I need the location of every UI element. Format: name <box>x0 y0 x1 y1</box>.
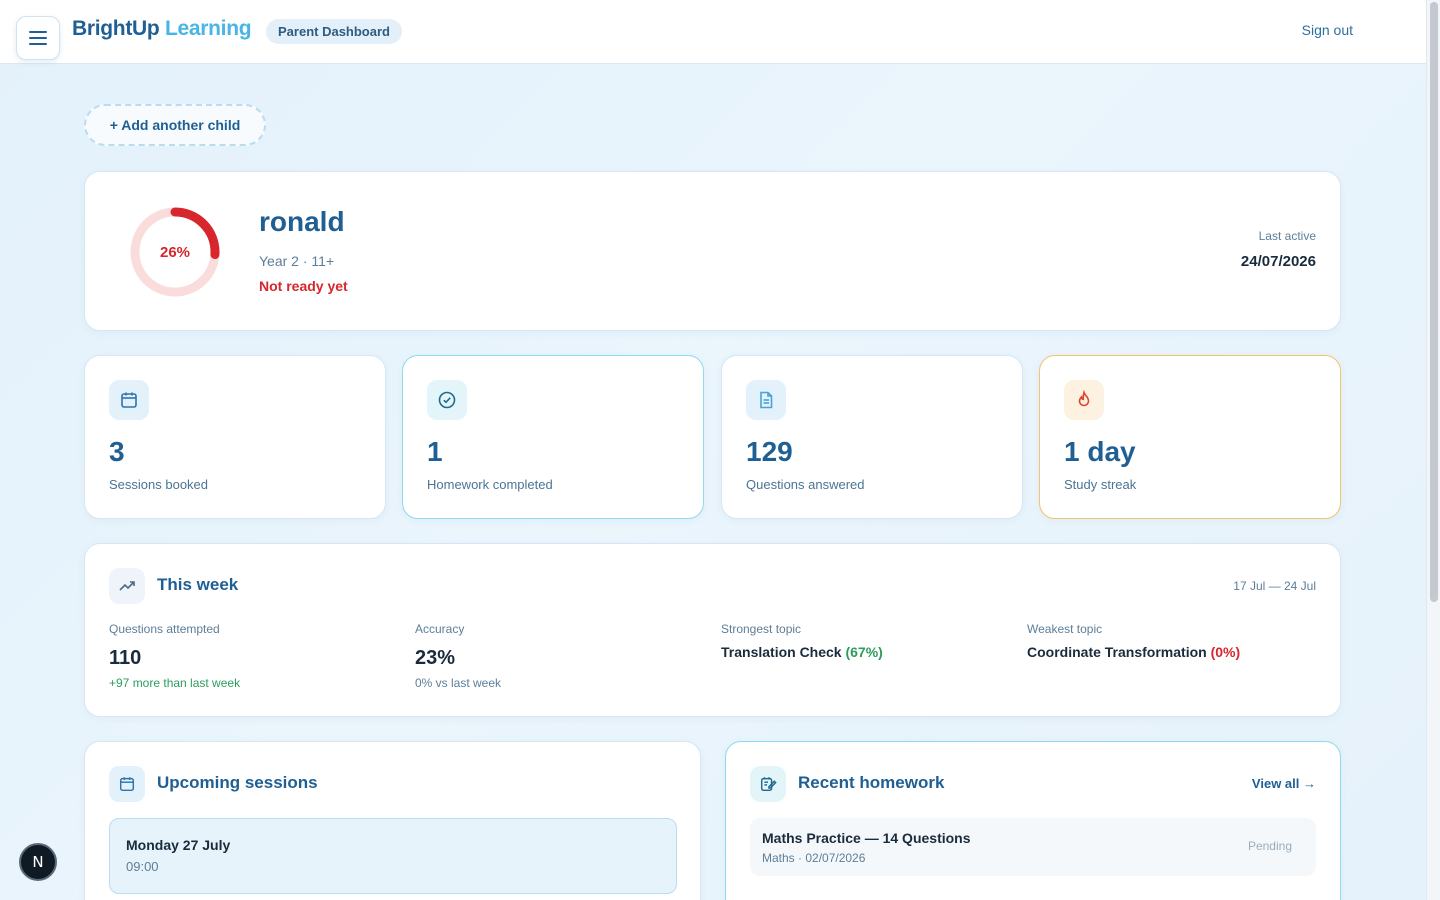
accuracy-value: 23% <box>415 647 456 669</box>
strongest-label: Strongest topic <box>721 622 802 636</box>
homework-item-meta: Maths · 02/07/2026 <box>762 851 866 865</box>
accuracy-label: Accuracy <box>415 622 465 636</box>
weakest-topic-line: Coordinate Transformation (0%) <box>1027 644 1240 660</box>
child-profile-card: 26% ronald Year 2 · 11+ Not ready yet La… <box>84 171 1341 331</box>
strongest-percent: (67%) <box>845 644 883 660</box>
last-active-date: 24/07/2026 <box>1240 253 1316 270</box>
upcoming-title: Upcoming sessions <box>157 773 318 792</box>
recent-homework-card: Recent homework View all → Maths Practic… <box>725 741 1341 900</box>
stat-label: Sessions booked <box>109 477 209 492</box>
stat-value: 1 <box>427 436 443 467</box>
hamburger-menu-icon <box>29 31 47 45</box>
readiness-percent: 26% <box>159 243 191 261</box>
add-child-button[interactable]: + Add another child <box>84 104 266 146</box>
stat-value: 1 day <box>1064 436 1136 467</box>
top-bar: BrightUp Learning Parent Dashboard Sign … <box>0 0 1426 64</box>
stat-value: 129 <box>746 436 793 467</box>
edit-note-icon <box>750 766 786 802</box>
child-meta: Year 2 · 11+ <box>259 253 335 269</box>
weakest-topic: Coordinate Transformation <box>1027 644 1207 660</box>
weakest-label: Weakest topic <box>1027 622 1103 636</box>
session-time: 09:00 <box>126 859 159 874</box>
homework-item[interactable]: Maths Practice — 14 Questions Maths · 02… <box>750 818 1316 876</box>
attempted-value: 110 <box>109 647 142 669</box>
menu-button[interactable] <box>16 16 60 60</box>
week-accuracy: Accuracy 23% 0% vs last week <box>415 622 501 690</box>
attempted-label: Questions attempted <box>109 622 220 636</box>
homework-item-title: Maths Practice — 14 Questions <box>762 830 971 846</box>
stat-card-homework: 1 Homework completed <box>402 355 704 519</box>
week-attempted: Questions attempted 110 +97 more than la… <box>109 622 240 690</box>
brand-name-secondary: Learning <box>164 17 252 40</box>
stat-card-streak: 1 day Study streak <box>1039 355 1341 519</box>
session-date: Monday 27 July <box>126 837 231 853</box>
devtools-badge[interactable]: N <box>19 843 57 881</box>
stat-card-sessions: 3 Sessions booked <box>84 355 386 519</box>
this-week-card: This week 17 Jul — 24 Jul Questions atte… <box>84 543 1341 717</box>
calendar-icon <box>109 766 145 802</box>
stat-label: Questions answered <box>746 477 865 492</box>
upcoming-sessions-card: Upcoming sessions Monday 27 July 09:00 <box>84 741 701 900</box>
homework-status-badge: Pending <box>1247 839 1292 853</box>
stat-label: Homework completed <box>427 477 553 492</box>
weakest-percent: (0%) <box>1210 644 1241 660</box>
accuracy-sub: 0% vs last week <box>415 676 502 690</box>
week-strongest: Strongest topic Translation Check (67%) <box>721 622 883 660</box>
sign-out-link[interactable]: Sign out <box>1302 22 1353 38</box>
homework-title: Recent homework <box>798 773 945 792</box>
trending-up-icon <box>109 568 145 604</box>
readiness-status: Not ready yet <box>259 278 348 294</box>
session-item[interactable]: Monday 27 July 09:00 <box>109 818 677 894</box>
child-name: ronald <box>259 206 345 237</box>
role-badge: Parent Dashboard <box>266 19 402 44</box>
document-icon <box>746 380 786 420</box>
brand-logo[interactable]: BrightUp Learning <box>72 17 252 41</box>
view-all-link[interactable]: View all → <box>1252 776 1316 791</box>
flame-icon <box>1064 380 1104 420</box>
stat-label: Study streak <box>1064 477 1137 492</box>
stat-value: 3 <box>109 436 125 467</box>
strongest-topic-line: Translation Check (67%) <box>721 644 883 660</box>
stat-card-questions: 129 Questions answered <box>721 355 1023 519</box>
attempted-sub: +97 more than last week <box>109 676 241 690</box>
week-title: This week <box>157 575 239 594</box>
page-scrollbar[interactable] <box>1426 0 1440 900</box>
last-active-label: Last active <box>1258 229 1316 243</box>
scrollbar-thumb[interactable] <box>1430 2 1438 602</box>
strongest-topic: Translation Check <box>721 644 842 660</box>
week-range: 17 Jul — 24 Jul <box>1233 579 1316 593</box>
calendar-icon <box>109 380 149 420</box>
week-weakest: Weakest topic Coordinate Transformation … <box>1027 622 1240 660</box>
check-circle-icon <box>427 380 467 420</box>
brand-name-primary: BrightUp <box>72 17 160 40</box>
